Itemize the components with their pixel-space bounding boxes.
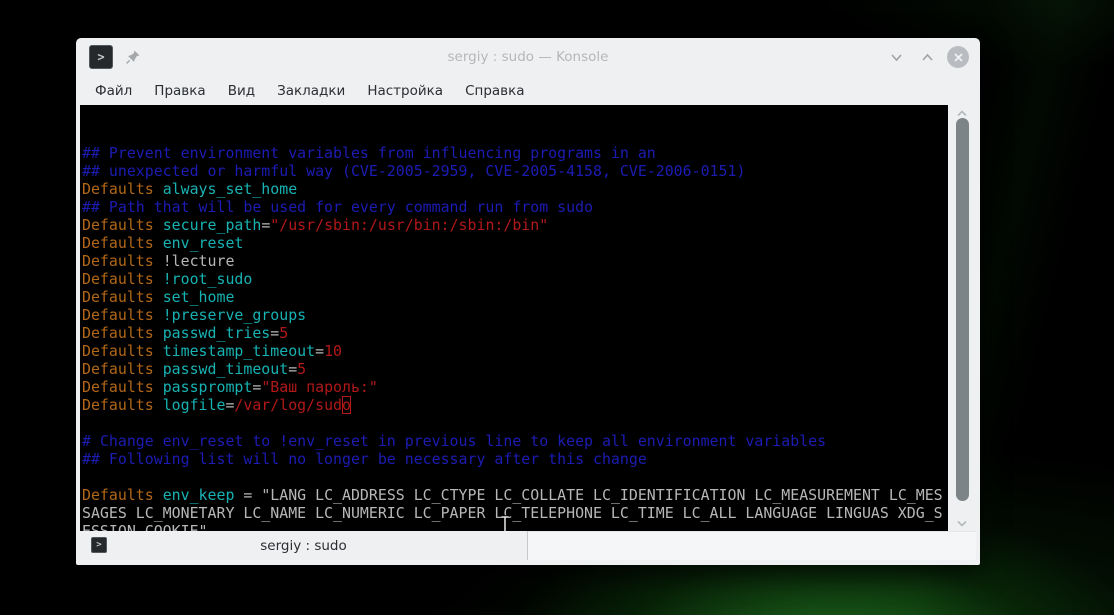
terminal-line: Defaults !preserve_groups xyxy=(82,306,307,324)
menu-view[interactable]: Вид xyxy=(217,79,266,103)
terminal-line: Defaults !lecture xyxy=(82,252,235,270)
close-icon xyxy=(953,52,963,62)
chevron-up-icon xyxy=(957,109,967,116)
terminal-line: Defaults timestamp_timeout=10 xyxy=(82,342,342,360)
chevron-down-icon xyxy=(957,520,967,527)
tab-bar-empty-area[interactable] xyxy=(528,531,976,560)
scrollbar-thumb[interactable] xyxy=(956,118,969,501)
maximize-button[interactable] xyxy=(916,46,938,68)
terminal-line: Defaults set_home xyxy=(82,288,235,306)
chevron-up-icon xyxy=(921,53,933,61)
scrollbar[interactable] xyxy=(948,105,976,531)
terminal-line: Defaults env_reset xyxy=(82,234,244,252)
terminal-line: ESSION_COOKIE" xyxy=(82,522,208,531)
terminal-line: ## Prevent environment variables from in… xyxy=(82,144,656,162)
scrollbar-down-button[interactable] xyxy=(948,516,976,530)
terminal-line: Defaults always_set_home xyxy=(82,180,298,198)
menu-edit[interactable]: Правка xyxy=(143,79,216,103)
terminal-line: Defaults passprompt="Ваш пароль:" xyxy=(82,378,378,396)
menu-file[interactable]: Файл xyxy=(84,79,143,103)
terminal-line: Defaults !root_sudo xyxy=(82,270,253,288)
terminal-area: ## Prevent environment variables from in… xyxy=(80,105,976,531)
konsole-window: > sergiy : sudo — Konsole Файл Правка Ви… xyxy=(76,38,980,565)
terminal-tab-icon: > xyxy=(91,537,107,553)
terminal-line: ## Following list will no longer be nece… xyxy=(82,450,647,468)
terminal-line: Defaults logfile=/var/log/sudo xyxy=(82,396,351,414)
tab-sergiy-sudo[interactable]: > sergiy : sudo xyxy=(80,531,528,560)
terminal-line: ## unexpected or harmful way (CVE-2005-2… xyxy=(82,162,746,180)
terminal-line: Defaults env_keep = "LANG LC_ADDRESS LC_… xyxy=(82,486,943,504)
close-button[interactable] xyxy=(947,46,969,68)
pin-icon[interactable] xyxy=(125,49,141,65)
menu-help[interactable]: Справка xyxy=(454,79,535,103)
titlebar[interactable]: > sergiy : sudo — Konsole xyxy=(76,38,980,76)
terminal-lines: ## Prevent environment variables from in… xyxy=(82,144,948,531)
mouse-ibeam-cursor xyxy=(427,497,511,531)
menu-settings[interactable]: Настройка xyxy=(356,79,454,103)
terminal-line: Defaults passwd_tries=5 xyxy=(82,324,289,342)
menu-bar: Файл Правка Вид Закладки Настройка Справ… xyxy=(76,76,980,105)
terminal-line: ## Path that will be used for every comm… xyxy=(82,198,594,216)
terminal-line: Defaults secure_path="/usr/sbin:/usr/bin… xyxy=(82,216,549,234)
minimize-button[interactable] xyxy=(885,46,907,68)
terminal-screen[interactable]: ## Prevent environment variables from in… xyxy=(80,105,948,531)
konsole-app-icon[interactable]: > xyxy=(89,45,113,69)
terminal-line: Defaults passwd_timeout=5 xyxy=(82,360,307,378)
tab-label: sergiy : sudo xyxy=(260,537,347,554)
window-title: sergiy : sudo — Konsole xyxy=(447,49,609,65)
menu-bookmarks[interactable]: Закладки xyxy=(266,79,356,103)
terminal-line: SAGES LC_MONETARY LC_NAME LC_NUMERIC LC_… xyxy=(82,504,943,522)
chevron-down-icon xyxy=(890,53,902,61)
terminal-line: # Change env_reset to !env_reset in prev… xyxy=(82,432,827,450)
tab-bar: > sergiy : sudo xyxy=(80,531,976,560)
